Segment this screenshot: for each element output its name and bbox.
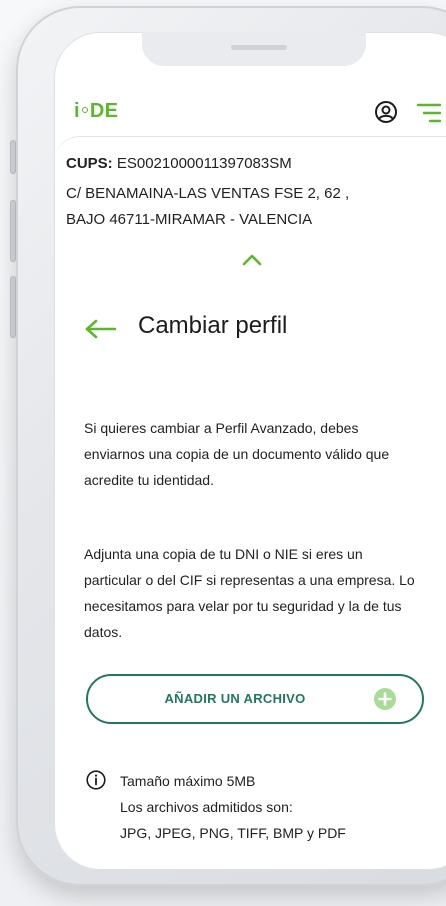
file-requirements: Tamaño máximo 5MB Los archivos admitidos… [120, 768, 440, 846]
intro-paragraph: Si quieres cambiar a Perfil Avanzado, de… [84, 420, 390, 488]
logo-suffix: DE [89, 100, 119, 122]
arrow-left-icon[interactable] [84, 318, 118, 340]
max-size-text: Tamaño máximo 5MB [120, 773, 256, 789]
logo-prefix: i [74, 100, 80, 122]
add-file-label: AÑADIR UN ARCHIVO [164, 691, 306, 706]
cups-line: CUPS: ES0021000011397083SM [66, 155, 292, 172]
chevron-up-icon[interactable] [241, 253, 263, 267]
document-paragraph: Adjunta una copia de tu DNI o NIE si ere… [84, 546, 415, 640]
supply-point-card[interactable]: CUPS: ES0021000011397083SM C/ BENAMAINA-… [54, 136, 446, 277]
add-file-button[interactable]: AÑADIR UN ARCHIVO [86, 674, 424, 724]
cups-label: CUPS: [66, 155, 113, 172]
phone-screen: i DE CUPS: ES0021000011397083SM C/ BENAM… [54, 32, 446, 870]
supply-address: C/ BENAMAINA-LAS VENTAS FSE 2, 62 , BAJO… [66, 181, 446, 233]
logo-dot [81, 107, 88, 114]
address-line-2: BAJO 46711-MIRAMAR - VALENCIA [66, 211, 313, 228]
info-icon [86, 770, 106, 790]
app-header: i DE [54, 32, 446, 132]
allowed-label-text: Los archivos admitidos son: [120, 799, 293, 815]
menu-icon[interactable] [416, 102, 442, 124]
address-line-1: C/ BENAMAINA-LAS VENTAS FSE 2, 62 , [66, 185, 350, 202]
allowed-types-text: JPG, JPEG, PNG, TIFF, BMP y PDF [120, 825, 346, 841]
card-bottom-edge [54, 858, 446, 870]
user-circle-icon[interactable] [374, 100, 398, 124]
plus-circle-icon [374, 688, 396, 710]
ide-logo[interactable]: i DE [74, 100, 118, 123]
phone-frame: i DE CUPS: ES0021000011397083SM C/ BENAM… [16, 6, 446, 886]
mockup-stage: i DE CUPS: ES0021000011397083SM C/ BENAM… [0, 0, 446, 906]
page-title: Cambiar perfil [138, 312, 288, 339]
title-row: Cambiar perfil [84, 312, 444, 352]
cups-value: ES0021000011397083SM [116, 155, 292, 172]
